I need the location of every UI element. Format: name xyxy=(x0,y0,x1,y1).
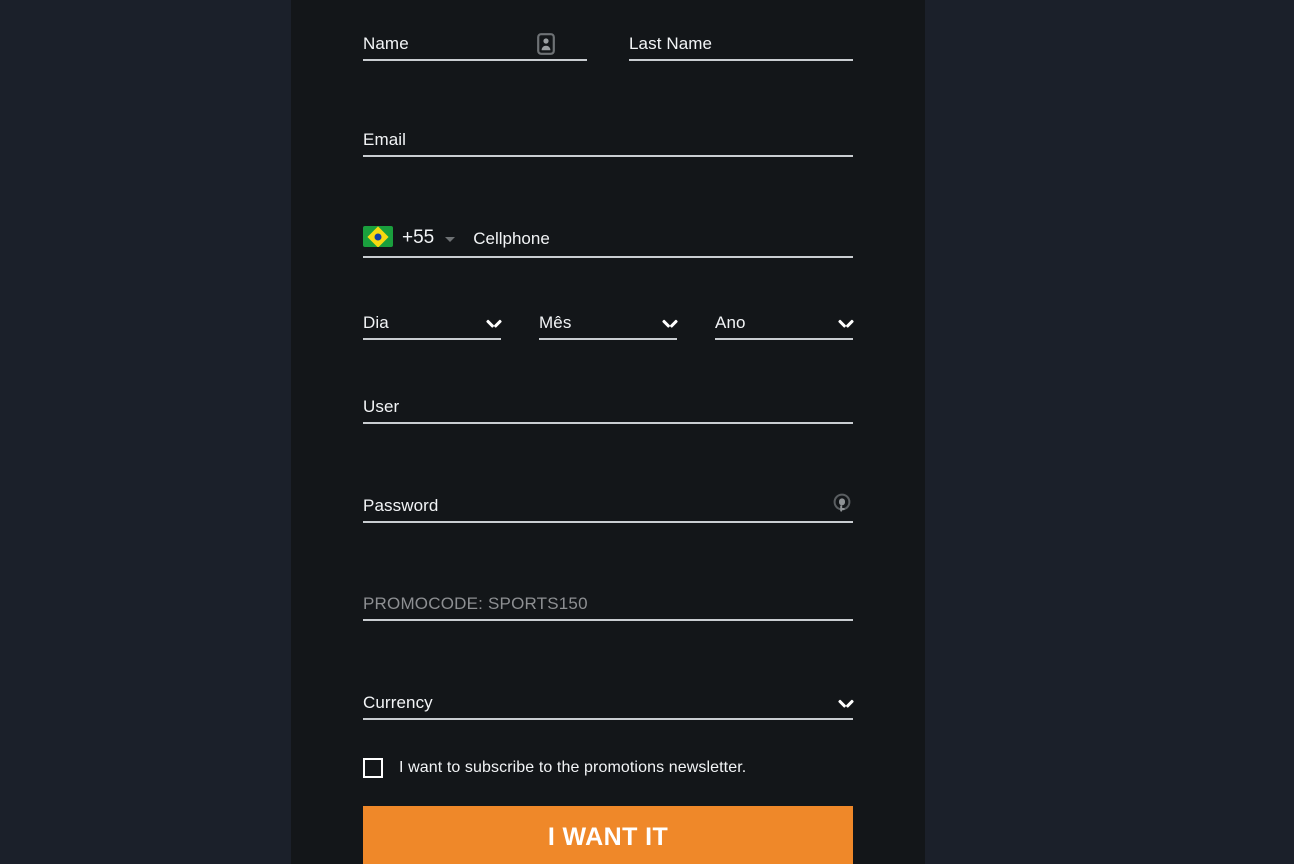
last-name-field[interactable]: Last Name xyxy=(629,17,853,61)
birth-month-select[interactable]: Mês xyxy=(539,296,677,340)
registration-form-panel: Name Last Name Email +55 Cellphone Dia M… xyxy=(291,0,925,864)
password-key-icon[interactable] xyxy=(831,492,853,514)
birth-day-label: Dia xyxy=(363,313,389,332)
newsletter-checkbox[interactable] xyxy=(363,758,383,778)
promocode-field-label: PROMOCODE: SPORTS150 xyxy=(363,594,588,613)
name-field-label: Name xyxy=(363,34,409,53)
registration-page: Name Last Name Email +55 Cellphone Dia M… xyxy=(0,0,1294,864)
flag-globe xyxy=(374,233,382,240)
contact-card-icon[interactable] xyxy=(537,33,555,55)
chevron-down-icon xyxy=(839,699,853,708)
password-field[interactable]: Password xyxy=(363,479,853,523)
chevron-down-icon xyxy=(487,319,501,328)
newsletter-row[interactable]: I want to subscribe to the promotions ne… xyxy=(363,758,853,778)
chevron-down-icon xyxy=(663,319,677,328)
country-caret-down-icon[interactable] xyxy=(445,237,456,242)
brazil-flag-icon[interactable] xyxy=(363,226,393,247)
birthdate-row: Dia Mês Ano xyxy=(363,296,853,340)
newsletter-label: I want to subscribe to the promotions ne… xyxy=(399,759,747,776)
promocode-field[interactable]: PROMOCODE: SPORTS150 xyxy=(363,577,853,621)
country-dial-code[interactable]: +55 xyxy=(402,228,434,247)
chevron-down-icon xyxy=(839,319,853,328)
currency-select[interactable]: Currency xyxy=(363,676,853,720)
birth-day-select[interactable]: Dia xyxy=(363,296,501,340)
user-field[interactable]: User xyxy=(363,380,853,424)
birth-month-label: Mês xyxy=(539,313,572,332)
cellphone-field[interactable]: +55 Cellphone xyxy=(363,212,853,258)
submit-button[interactable]: I WANT IT xyxy=(363,806,853,864)
name-row: Name Last Name xyxy=(363,17,853,61)
name-field[interactable]: Name xyxy=(363,17,587,61)
password-field-label: Password xyxy=(363,496,439,515)
email-field-label: Email xyxy=(363,130,407,149)
birth-year-select[interactable]: Ano xyxy=(715,296,853,340)
birth-year-label: Ano xyxy=(715,313,746,332)
email-field[interactable]: Email xyxy=(363,113,853,157)
top-spacer xyxy=(363,0,853,17)
user-field-label: User xyxy=(363,397,400,416)
cellphone-placeholder: Cellphone xyxy=(473,229,550,248)
currency-label: Currency xyxy=(363,693,433,712)
last-name-field-label: Last Name xyxy=(629,34,713,53)
